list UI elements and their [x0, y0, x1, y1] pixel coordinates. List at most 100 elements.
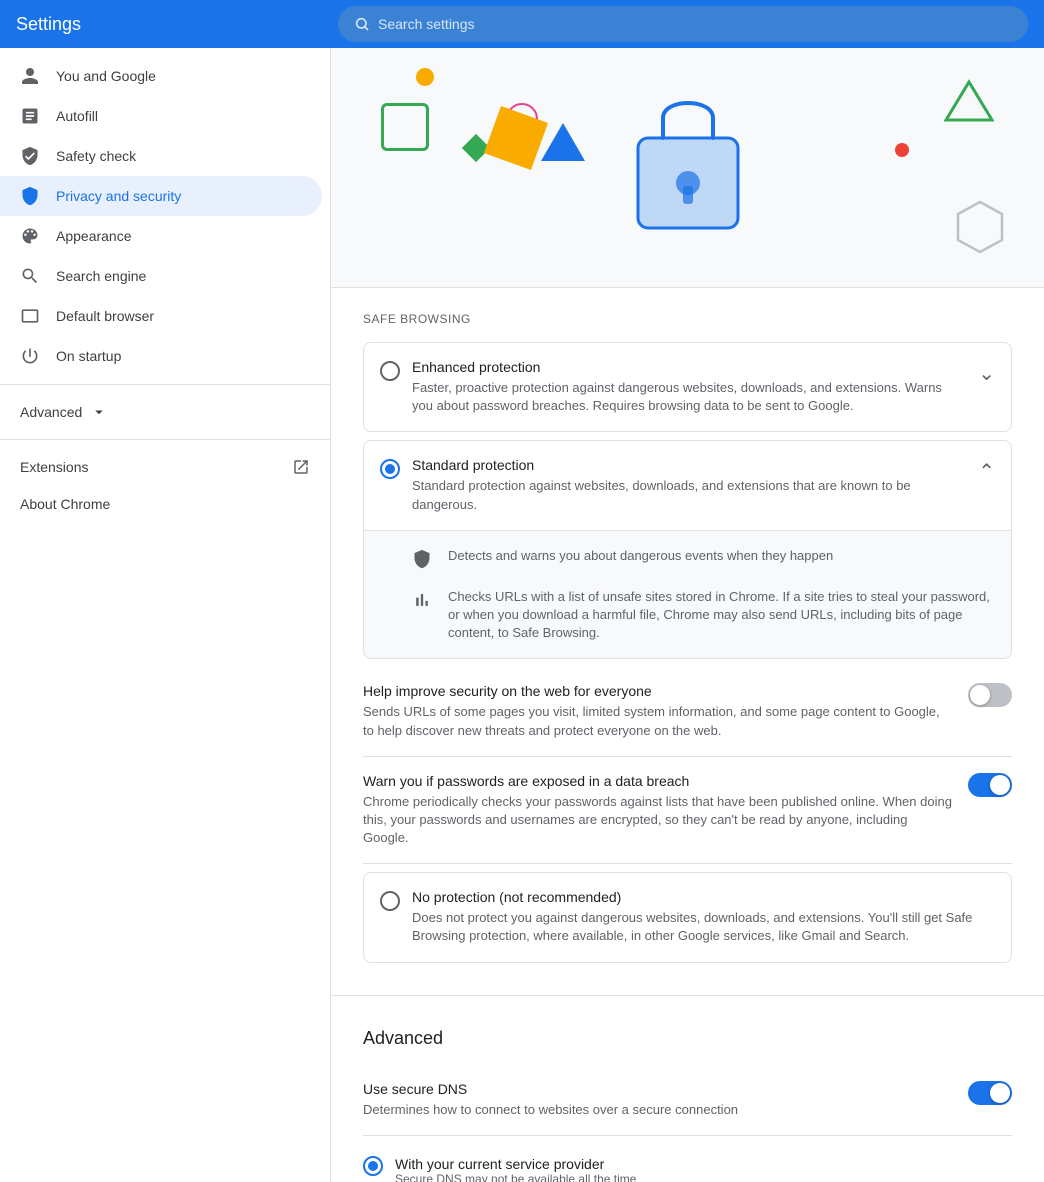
no-protection-radio[interactable] — [380, 891, 400, 911]
hero-inner — [331, 48, 1044, 287]
sidebar-item-label: Safety check — [56, 148, 136, 164]
blue-triangle-shape — [541, 123, 585, 161]
toggle-knob — [970, 685, 990, 705]
dns-current-provider-option[interactable]: With your current service provider Secur… — [363, 1148, 1012, 1182]
sidebar-item-search-engine[interactable]: Search engine — [0, 256, 322, 296]
sidebar-item-appearance[interactable]: Appearance — [0, 216, 322, 256]
enhanced-option-title: Enhanced protection — [412, 359, 966, 375]
standard-expanded-content: Detects and warns you about dangerous ev… — [364, 530, 1011, 659]
advanced-section-label: Advanced — [363, 1020, 1012, 1049]
dns-desc: Determines how to connect to websites ov… — [363, 1101, 952, 1119]
sidebar-about[interactable]: About Chrome — [0, 486, 330, 522]
search-bar[interactable] — [338, 6, 1028, 42]
help-improve-toggle[interactable] — [968, 683, 1012, 707]
dns-radio-group: With your current service provider Secur… — [363, 1148, 1012, 1182]
bar-chart-icon — [412, 590, 432, 613]
sidebar-item-you-and-google[interactable]: You and Google — [0, 56, 322, 96]
dns-section: Use secure DNS Determines how to connect… — [363, 1065, 1012, 1182]
hexagon-shape — [956, 200, 1004, 257]
dns-current-text: With your current service provider Secur… — [395, 1156, 1012, 1182]
help-improve-title: Help improve security on the web for eve… — [363, 683, 952, 699]
sidebar-item-on-startup[interactable]: On startup — [0, 336, 322, 376]
sidebar-item-label: Privacy and security — [56, 188, 181, 204]
yellow-diamond-shape — [484, 106, 548, 170]
toggle-knob-3 — [990, 1083, 1010, 1103]
sidebar-item-autofill[interactable]: Autofill — [0, 96, 322, 136]
warn-passwords-title: Warn you if passwords are exposed in a d… — [363, 773, 952, 789]
standard-radio[interactable] — [380, 459, 400, 479]
enhanced-protection-header[interactable]: Enhanced protection Faster, proactive pr… — [364, 343, 1011, 431]
yellow-circle-shape — [416, 68, 434, 86]
safe-browsing-label: Safe Browsing — [363, 312, 1012, 326]
standard-protection-option: Standard protection Standard protection … — [363, 440, 1012, 659]
dns-title: Use secure DNS — [363, 1081, 952, 1097]
no-protection-header[interactable]: No protection (not recommended) Does not… — [364, 873, 1011, 961]
expanded-item-2: Checks URLs with a list of unsafe sites … — [412, 588, 995, 643]
standard-protection-header[interactable]: Standard protection Standard protection … — [364, 441, 1011, 529]
shield-small-icon — [412, 549, 432, 572]
sidebar-item-default-browser[interactable]: Default browser — [0, 296, 322, 336]
content-area: Safe Browsing Enhanced protection Faster… — [330, 48, 1044, 1182]
dns-toggle[interactable] — [968, 1081, 1012, 1105]
sidebar-item-label: On startup — [56, 348, 121, 364]
sidebar-divider-2 — [0, 439, 330, 440]
warn-passwords-text: Warn you if passwords are exposed in a d… — [363, 773, 952, 848]
sidebar-advanced[interactable]: Advanced — [0, 393, 330, 431]
sidebar: You and Google Autofill Safety check Pri… — [0, 48, 330, 1182]
palette-icon — [20, 226, 40, 246]
advanced-label: Advanced — [20, 404, 82, 420]
enhanced-radio[interactable] — [380, 361, 400, 381]
safe-browsing-section: Safe Browsing Enhanced protection Faster… — [331, 288, 1044, 995]
standard-option-desc: Standard protection against websites, do… — [412, 477, 966, 513]
about-label: About Chrome — [20, 496, 110, 512]
power-icon — [20, 346, 40, 366]
topbar: Settings — [0, 0, 1044, 48]
expanded-item-1: Detects and warns you about dangerous ev… — [412, 547, 995, 572]
green-square-shape — [381, 103, 429, 151]
help-improve-row: Help improve security on the web for eve… — [363, 667, 1012, 756]
lock-icon-main — [628, 78, 748, 238]
no-protection-option-text: No protection (not recommended) Does not… — [412, 889, 995, 945]
shield-check-icon — [20, 146, 40, 166]
enhanced-option-text: Enhanced protection Faster, proactive pr… — [412, 359, 966, 415]
sidebar-item-label: Search engine — [56, 268, 146, 284]
help-improve-desc: Sends URLs of some pages you visit, limi… — [363, 703, 952, 739]
dns-current-desc: Secure DNS may not be available all the … — [395, 1172, 1012, 1182]
warn-passwords-row: Warn you if passwords are exposed in a d… — [363, 757, 1012, 865]
search-icon — [20, 266, 40, 286]
main-layout: You and Google Autofill Safety check Pri… — [0, 48, 1044, 1182]
article-icon — [20, 106, 40, 126]
warn-passwords-desc: Chrome periodically checks your password… — [363, 793, 952, 848]
dns-current-title: With your current service provider — [395, 1156, 1012, 1172]
web-icon — [20, 306, 40, 326]
search-icon — [354, 16, 370, 32]
enhanced-protection-option: Enhanced protection Faster, proactive pr… — [363, 342, 1012, 432]
external-link-icon — [292, 458, 310, 476]
standard-option-title: Standard protection — [412, 457, 966, 473]
sidebar-extensions[interactable]: Extensions — [0, 448, 330, 486]
sidebar-item-label: Autofill — [56, 108, 98, 124]
dns-text: Use secure DNS Determines how to connect… — [363, 1081, 952, 1119]
sidebar-item-label: Appearance — [56, 228, 132, 244]
sidebar-item-label: Default browser — [56, 308, 154, 324]
no-protection-option-desc: Does not protect you against dangerous w… — [412, 909, 995, 945]
security-icon — [20, 186, 40, 206]
no-protection-option-title: No protection (not recommended) — [412, 889, 995, 905]
toggle-knob-2 — [990, 775, 1010, 795]
no-protection-option: No protection (not recommended) Does not… — [363, 872, 1012, 962]
help-improve-text: Help improve security on the web for eve… — [363, 683, 952, 739]
enhanced-option-desc: Faster, proactive protection against dan… — [412, 379, 966, 415]
sidebar-item-safety-check[interactable]: Safety check — [0, 136, 322, 176]
person-icon — [20, 66, 40, 86]
chevron-down-icon-enhanced: ⌄ — [978, 361, 995, 386]
search-input[interactable] — [378, 16, 1012, 32]
hero-section — [331, 48, 1044, 288]
warn-passwords-toggle[interactable] — [968, 773, 1012, 797]
advanced-section: Advanced Use secure DNS Determines how t… — [331, 995, 1044, 1182]
sidebar-item-privacy-and-security[interactable]: Privacy and security — [0, 176, 322, 216]
extensions-label: Extensions — [20, 459, 88, 475]
dns-current-radio[interactable] — [363, 1156, 383, 1176]
settings-title: Settings — [16, 14, 326, 35]
chevron-up-icon-standard: ⌃ — [978, 459, 995, 484]
sidebar-divider — [0, 384, 330, 385]
